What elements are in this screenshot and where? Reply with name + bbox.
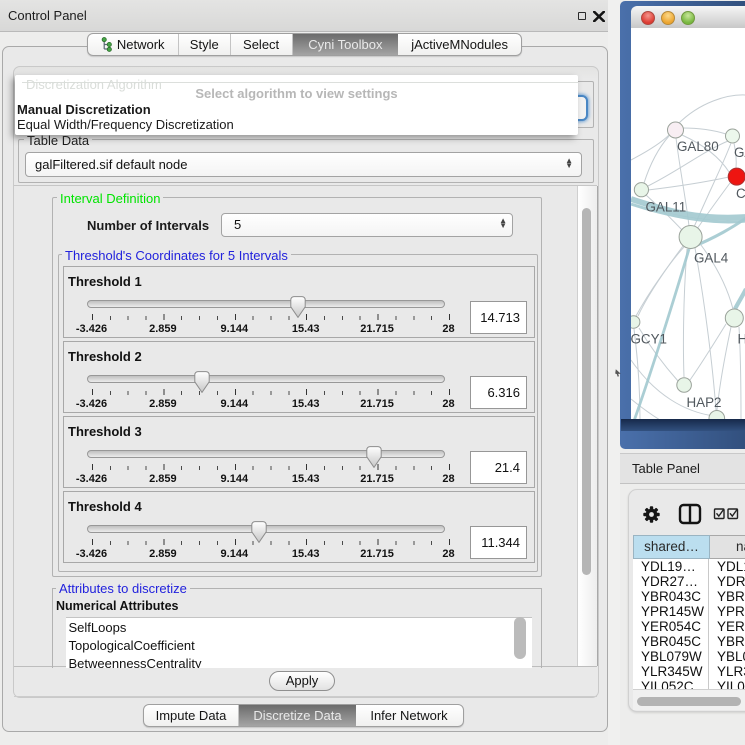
svg-text:HI: HI — [738, 332, 745, 347]
svg-text:HAP2: HAP2 — [687, 395, 722, 410]
svg-text:GAL4: GAL4 — [694, 251, 729, 266]
svg-text:GAL11: GAL11 — [646, 200, 687, 215]
svg-text:GCY1: GCY1 — [631, 332, 667, 347]
svg-text:CY: CY — [736, 186, 745, 201]
svg-text:GAL80: GAL80 — [677, 139, 719, 154]
svg-text:GA: GA — [734, 145, 745, 160]
